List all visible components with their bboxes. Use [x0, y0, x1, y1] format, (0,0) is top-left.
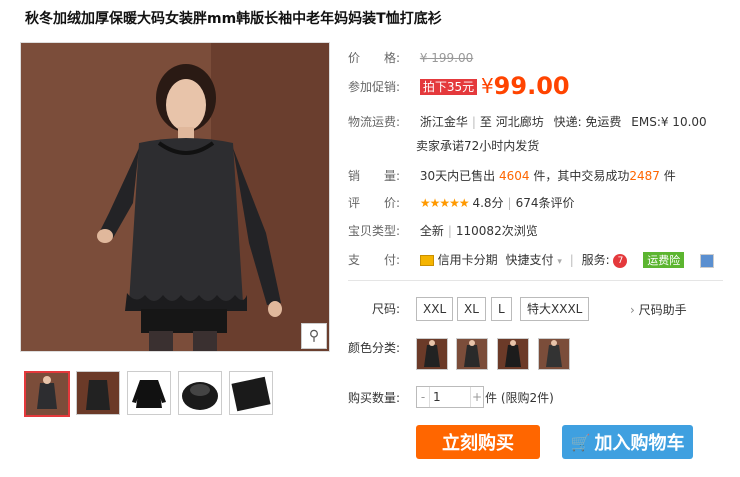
- ems-fee: EMS:¥ 10.00: [631, 115, 707, 129]
- swatch-image: [498, 339, 528, 369]
- thumbnail-5[interactable]: [229, 371, 273, 415]
- size-option-xxl[interactable]: XXL: [416, 297, 454, 321]
- ship-to[interactable]: 河北廊坊: [496, 115, 544, 129]
- promo-tag: 拍下35元: [419, 78, 478, 95]
- thumbnail-image: [77, 372, 119, 414]
- shipping-promise: 卖家承诺72小时内发货: [416, 139, 540, 153]
- service-label: 服务:: [581, 253, 610, 267]
- currency-symbol: ¥: [480, 74, 494, 98]
- size-helper-label: 尺码助手: [638, 303, 687, 317]
- section-divider: [348, 280, 723, 281]
- price-row: 价 格: ¥ 199.00: [348, 49, 473, 66]
- zoom-icon[interactable]: ⚲: [301, 323, 327, 349]
- size-label: 尺码:: [372, 302, 401, 316]
- sales-count: 4604: [498, 169, 530, 183]
- thumbnail-2[interactable]: [76, 371, 120, 415]
- size-option-l[interactable]: L: [491, 297, 512, 321]
- rating-row: 评 价: ★★★★★ 4.8分 | 674条评价: [348, 194, 575, 211]
- buy-now-button[interactable]: 立刻购买: [416, 425, 540, 459]
- quantity-stepper: - 1 +: [416, 386, 484, 408]
- quantity-note: 件 (限购2件): [485, 391, 554, 405]
- success-count: 2487: [629, 169, 660, 183]
- add-to-cart-button[interactable]: 🛒 加入购物车: [562, 425, 693, 459]
- separator: |: [471, 115, 476, 129]
- swatch-image: [539, 339, 569, 369]
- ship-to-sep: 至: [479, 115, 492, 129]
- buy-now-label: 立刻购买: [442, 433, 514, 454]
- swatch-image: [457, 339, 487, 369]
- swatch-image: [417, 339, 447, 369]
- quick-pay[interactable]: 快捷支付: [506, 253, 554, 267]
- sales-suffix: 件: [663, 169, 676, 183]
- view-count: 110082次浏览: [455, 224, 538, 238]
- promo-price: 99.00: [493, 72, 570, 100]
- condition-value: 全新: [419, 224, 444, 238]
- sales-prefix: 30天内已售出: [419, 169, 496, 183]
- thumbnail-4[interactable]: [178, 371, 222, 415]
- thumbnail-image: [230, 372, 272, 414]
- model-photo: [21, 43, 329, 351]
- separator: |: [507, 196, 512, 210]
- price-label: 价 格:: [348, 51, 401, 65]
- shipping-label: 物流运费:: [348, 115, 401, 129]
- separator: |: [569, 253, 574, 267]
- color-label: 颜色分类:: [348, 341, 401, 355]
- quantity-label: 购买数量:: [348, 391, 401, 405]
- size-helper-link[interactable]: › 尺码助手: [630, 301, 687, 318]
- add-to-cart-label: 加入购物车: [594, 433, 685, 454]
- thumbnail-1[interactable]: [24, 371, 70, 417]
- promo-row: 参加促销: 拍下35元 ¥99.00: [348, 72, 570, 100]
- thumbnail-image: [26, 373, 68, 415]
- seven-day-return-icon: 7: [613, 253, 628, 268]
- shipping-row: 物流运费: 浙江金华 | 至 河北廊坊 快递: 免运费 EMS:¥ 10.00: [348, 113, 707, 130]
- thumbnail-image: [179, 372, 221, 414]
- color-swatch-2[interactable]: [456, 338, 488, 370]
- condition-row: 宝贝类型: 全新 | 110082次浏览: [348, 222, 538, 239]
- payment-row: 支 付: 信用卡分期 快捷支付 ▾ | 服务: 7 运费险: [348, 251, 715, 268]
- size-option-xxxl[interactable]: 特大XXXL: [520, 297, 590, 321]
- chevron-down-icon[interactable]: ▾: [557, 257, 562, 267]
- thumbnail-3[interactable]: [127, 371, 171, 415]
- sales-row: 销 量: 30天内已售出 4604 件，其中交易成功2487 件: [348, 167, 676, 184]
- color-swatch-1[interactable]: [416, 338, 448, 370]
- credit-card-icon: [419, 255, 434, 266]
- rating-label: 评 价:: [348, 196, 401, 210]
- quantity-minus-button[interactable]: -: [417, 387, 430, 407]
- rating-stars-icon: ★★★★★: [419, 196, 470, 210]
- rating-score: 4.8分: [472, 196, 504, 210]
- express-fee: 快递: 免运费: [553, 115, 622, 129]
- product-title: 秋冬加绒加厚保暖大码女装胖mm韩版长袖中老年妈妈装T恤打底衫: [25, 11, 442, 27]
- chevron-right-icon: ›: [630, 303, 635, 317]
- thumbnail-image: [128, 372, 170, 414]
- product-main-image[interactable]: ⚲: [20, 42, 330, 352]
- sales-mid: 件，其中交易成功: [533, 169, 630, 183]
- payment-label: 支 付:: [348, 253, 401, 267]
- quantity-plus-button[interactable]: +: [470, 387, 483, 407]
- promo-label: 参加促销:: [348, 79, 401, 94]
- guarantee-icon: [700, 253, 715, 268]
- color-swatch-3[interactable]: [497, 338, 529, 370]
- sales-label: 销 量:: [348, 169, 401, 183]
- color-swatch-4[interactable]: [538, 338, 570, 370]
- credit-installment[interactable]: 信用卡分期: [438, 253, 498, 267]
- size-option-xl[interactable]: XL: [457, 297, 486, 321]
- condition-label: 宝贝类型:: [348, 224, 401, 238]
- review-count-link[interactable]: 674条评价: [516, 196, 575, 210]
- quantity-input[interactable]: 1: [433, 389, 441, 405]
- ship-from: 浙江金华: [419, 115, 468, 129]
- separator: |: [447, 224, 452, 238]
- shipping-insurance-badge: 运费险: [643, 252, 685, 268]
- cart-icon: 🛒: [570, 432, 591, 452]
- original-price: ¥ 199.00: [419, 51, 474, 65]
